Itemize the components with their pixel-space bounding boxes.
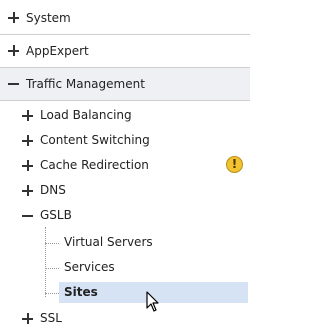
tree-item-label: DNS	[40, 183, 66, 197]
collapse-minus-icon[interactable]	[22, 210, 34, 222]
tree-item-content-switching[interactable]: Content Switching	[0, 129, 250, 153]
expand-plus-icon[interactable]	[22, 110, 34, 122]
expand-plus-icon[interactable]	[22, 160, 34, 172]
expand-plus-icon[interactable]	[8, 12, 20, 24]
tree-item-label: System	[26, 11, 71, 25]
tree-item-label: Load Balancing	[40, 108, 132, 122]
tree-item-cache-redirection[interactable]: Cache Redirection !	[0, 154, 250, 178]
tree-item-appexpert[interactable]: AppExpert	[0, 35, 250, 68]
tree-item-gslb[interactable]: GSLB	[0, 204, 250, 228]
tree-item-ssl[interactable]: SSL	[0, 307, 250, 331]
warning-icon[interactable]: !	[226, 156, 243, 173]
tree-item-dns[interactable]: DNS	[0, 179, 250, 203]
tree-item-label: Content Switching	[40, 133, 150, 147]
tree-item-label: Virtual Servers	[64, 235, 153, 249]
navigation-tree: System AppExpert Traffic Management Load…	[0, 0, 250, 325]
tree-item-label: SSL	[40, 311, 62, 325]
collapse-minus-icon[interactable]	[8, 78, 20, 90]
tree-item-sites[interactable]: Sites	[0, 281, 250, 305]
tree-item-label: AppExpert	[26, 44, 89, 58]
tree-item-virtual-servers[interactable]: Virtual Servers	[0, 231, 250, 255]
tree-item-label: Services	[64, 260, 115, 274]
expand-plus-icon[interactable]	[22, 135, 34, 147]
expand-plus-icon[interactable]	[22, 185, 34, 197]
tree-item-label: Sites	[64, 285, 98, 299]
tree-item-system[interactable]: System	[0, 2, 250, 35]
tree-item-load-balancing[interactable]: Load Balancing	[0, 104, 250, 128]
mouse-cursor-icon	[146, 291, 159, 312]
tree-item-traffic-management[interactable]: Traffic Management	[0, 68, 250, 101]
expand-plus-icon[interactable]	[22, 313, 34, 325]
tree-item-label: Cache Redirection	[40, 158, 149, 172]
expand-plus-icon[interactable]	[8, 45, 20, 57]
tree-item-label: GSLB	[40, 208, 72, 222]
tree-item-label: Traffic Management	[26, 77, 145, 91]
tree-item-services[interactable]: Services	[0, 256, 250, 280]
